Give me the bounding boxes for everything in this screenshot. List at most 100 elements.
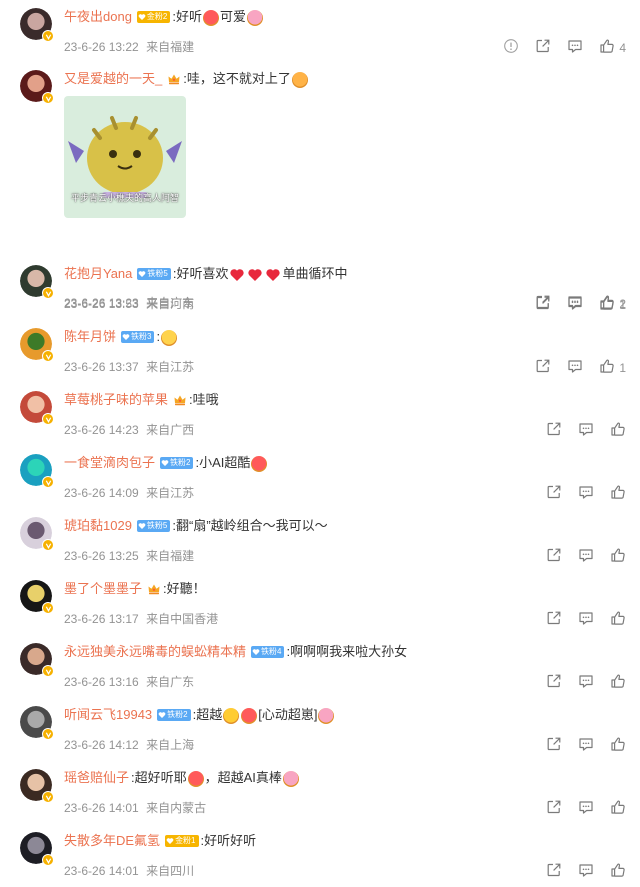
comment-location: 来自江苏 <box>146 486 195 500</box>
username-link[interactable]: 草莓桃子味的苹果 <box>64 391 168 409</box>
username-link[interactable]: 听闻云飞19943 <box>64 706 152 724</box>
username-link[interactable]: 琥珀黏1029 <box>64 517 132 535</box>
verified-badge-icon <box>42 287 54 299</box>
comment-actions <box>530 547 626 566</box>
share-icon <box>546 673 562 692</box>
thumbs-up-icon <box>610 484 626 503</box>
verified-badge-icon <box>42 476 54 488</box>
username-link[interactable]: 失散多年DE氟氢 <box>64 832 160 850</box>
thumbs-up-icon <box>599 295 615 314</box>
like-button[interactable] <box>610 421 626 440</box>
username-link[interactable]: 一食堂滴肉包子 <box>64 454 155 472</box>
emoji-icon <box>223 707 240 724</box>
share-button[interactable] <box>546 484 562 503</box>
fan-level-badge[interactable]: 铁粉5 <box>136 520 171 532</box>
like-button[interactable] <box>610 673 626 692</box>
like-button[interactable] <box>610 610 626 629</box>
thumbs-up-icon <box>610 610 626 629</box>
fan-level-badge[interactable]: 铁粉5 <box>137 268 171 280</box>
like-button[interactable] <box>610 862 626 881</box>
share-icon <box>546 484 562 503</box>
share-button[interactable] <box>546 736 562 755</box>
comment-icon <box>578 673 594 692</box>
share-button[interactable] <box>535 358 551 377</box>
thumbs-up-icon <box>610 673 626 692</box>
thumbs-up-icon <box>599 38 615 57</box>
reply-button[interactable] <box>578 610 594 629</box>
fan-level-badge[interactable]: 铁粉2 <box>160 457 194 469</box>
username-link[interactable]: 永远独美永远嘴毒的蜈蚣精本精 <box>64 643 246 661</box>
fan-level-badge[interactable]: 金粉1 <box>165 835 199 847</box>
heart-emoji-icon <box>265 267 281 283</box>
reply-button[interactable] <box>578 862 594 881</box>
crown-icon <box>167 72 181 86</box>
comment-icon <box>578 421 594 440</box>
share-icon <box>546 610 562 629</box>
share-button[interactable] <box>546 862 562 881</box>
comment-location: 来自江苏 <box>146 360 195 374</box>
reply-button[interactable] <box>567 38 583 57</box>
reply-button[interactable] <box>578 736 594 755</box>
fan-level-badge[interactable]: 铁粉3 <box>121 331 155 343</box>
reply-button[interactable] <box>578 484 594 503</box>
comment-date: 23-6-26 13:25 <box>64 549 139 563</box>
comment-date: 23-6-26 13:16 <box>64 675 139 689</box>
heart-emoji-icon <box>229 267 245 283</box>
reply-button[interactable] <box>578 799 594 818</box>
like-button[interactable] <box>610 547 626 566</box>
like-button[interactable] <box>610 736 626 755</box>
username-link[interactable]: 瑶爸赔仙子 <box>64 769 129 787</box>
comment-icon <box>578 484 594 503</box>
comment-text-segment: : <box>156 329 161 344</box>
crown-icon <box>173 393 187 407</box>
comment-text-segment: 可爱 <box>220 9 247 24</box>
emoji-icon <box>318 707 335 724</box>
sticker-image[interactable]: 平步青云小樵夫的高人阿智 <box>64 96 186 218</box>
like-button[interactable]: 1 <box>599 358 626 377</box>
like-button[interactable] <box>610 799 626 818</box>
crown-icon <box>147 582 161 596</box>
fan-level-badge[interactable]: 金粉2 <box>136 11 171 23</box>
share-button[interactable] <box>535 295 551 314</box>
share-icon <box>546 421 562 440</box>
share-button[interactable] <box>546 421 562 440</box>
verified-badge-icon <box>42 728 54 740</box>
comment-location: 来自中国香港 <box>146 612 219 626</box>
verified-badge-icon <box>42 92 54 104</box>
comment-icon <box>578 862 594 881</box>
username-link[interactable]: 又是爱越的一天_ <box>64 70 162 88</box>
comment-date: 23-6-26 13:37 <box>64 360 139 374</box>
reply-button[interactable] <box>578 547 594 566</box>
fan-level-badge[interactable]: 铁粉4 <box>251 646 285 658</box>
comment-actions <box>530 673 626 692</box>
like-button[interactable]: 1 <box>599 295 626 314</box>
report-button[interactable] <box>503 38 519 57</box>
username-link[interactable]: 午夜出dong <box>64 8 132 26</box>
comment-date: 23-6-26 14:12 <box>64 738 139 752</box>
comment-text-segment: :好听 <box>172 9 202 24</box>
username-link[interactable]: 陈年月饼 <box>64 328 116 346</box>
share-button[interactable] <box>535 38 551 57</box>
emoji-icon <box>203 9 219 26</box>
reply-button[interactable] <box>567 358 583 377</box>
emoji-icon <box>241 707 258 724</box>
like-button[interactable] <box>610 484 626 503</box>
share-button[interactable] <box>546 799 562 818</box>
username-link[interactable]: 墨了个墨墨子 <box>64 580 142 598</box>
like-button[interactable]: 4 <box>599 38 626 57</box>
username-link[interactable]: 花抱月Yana <box>64 265 132 283</box>
share-button[interactable] <box>546 547 562 566</box>
share-button[interactable] <box>546 610 562 629</box>
comment-icon <box>567 38 583 57</box>
comment-text-segment: :好听喜欢 <box>172 266 229 281</box>
fan-level-label: 铁粉2 <box>167 710 188 719</box>
like-count: 4 <box>619 40 626 55</box>
reply-button[interactable] <box>567 295 583 314</box>
reply-button[interactable] <box>578 673 594 692</box>
reply-button[interactable] <box>578 421 594 440</box>
comment-location: 来自福建 <box>146 549 195 563</box>
verified-badge-icon <box>42 413 54 425</box>
fan-level-badge[interactable]: 铁粉2 <box>157 709 191 721</box>
share-button[interactable] <box>546 673 562 692</box>
thumbs-up-icon <box>599 358 615 377</box>
